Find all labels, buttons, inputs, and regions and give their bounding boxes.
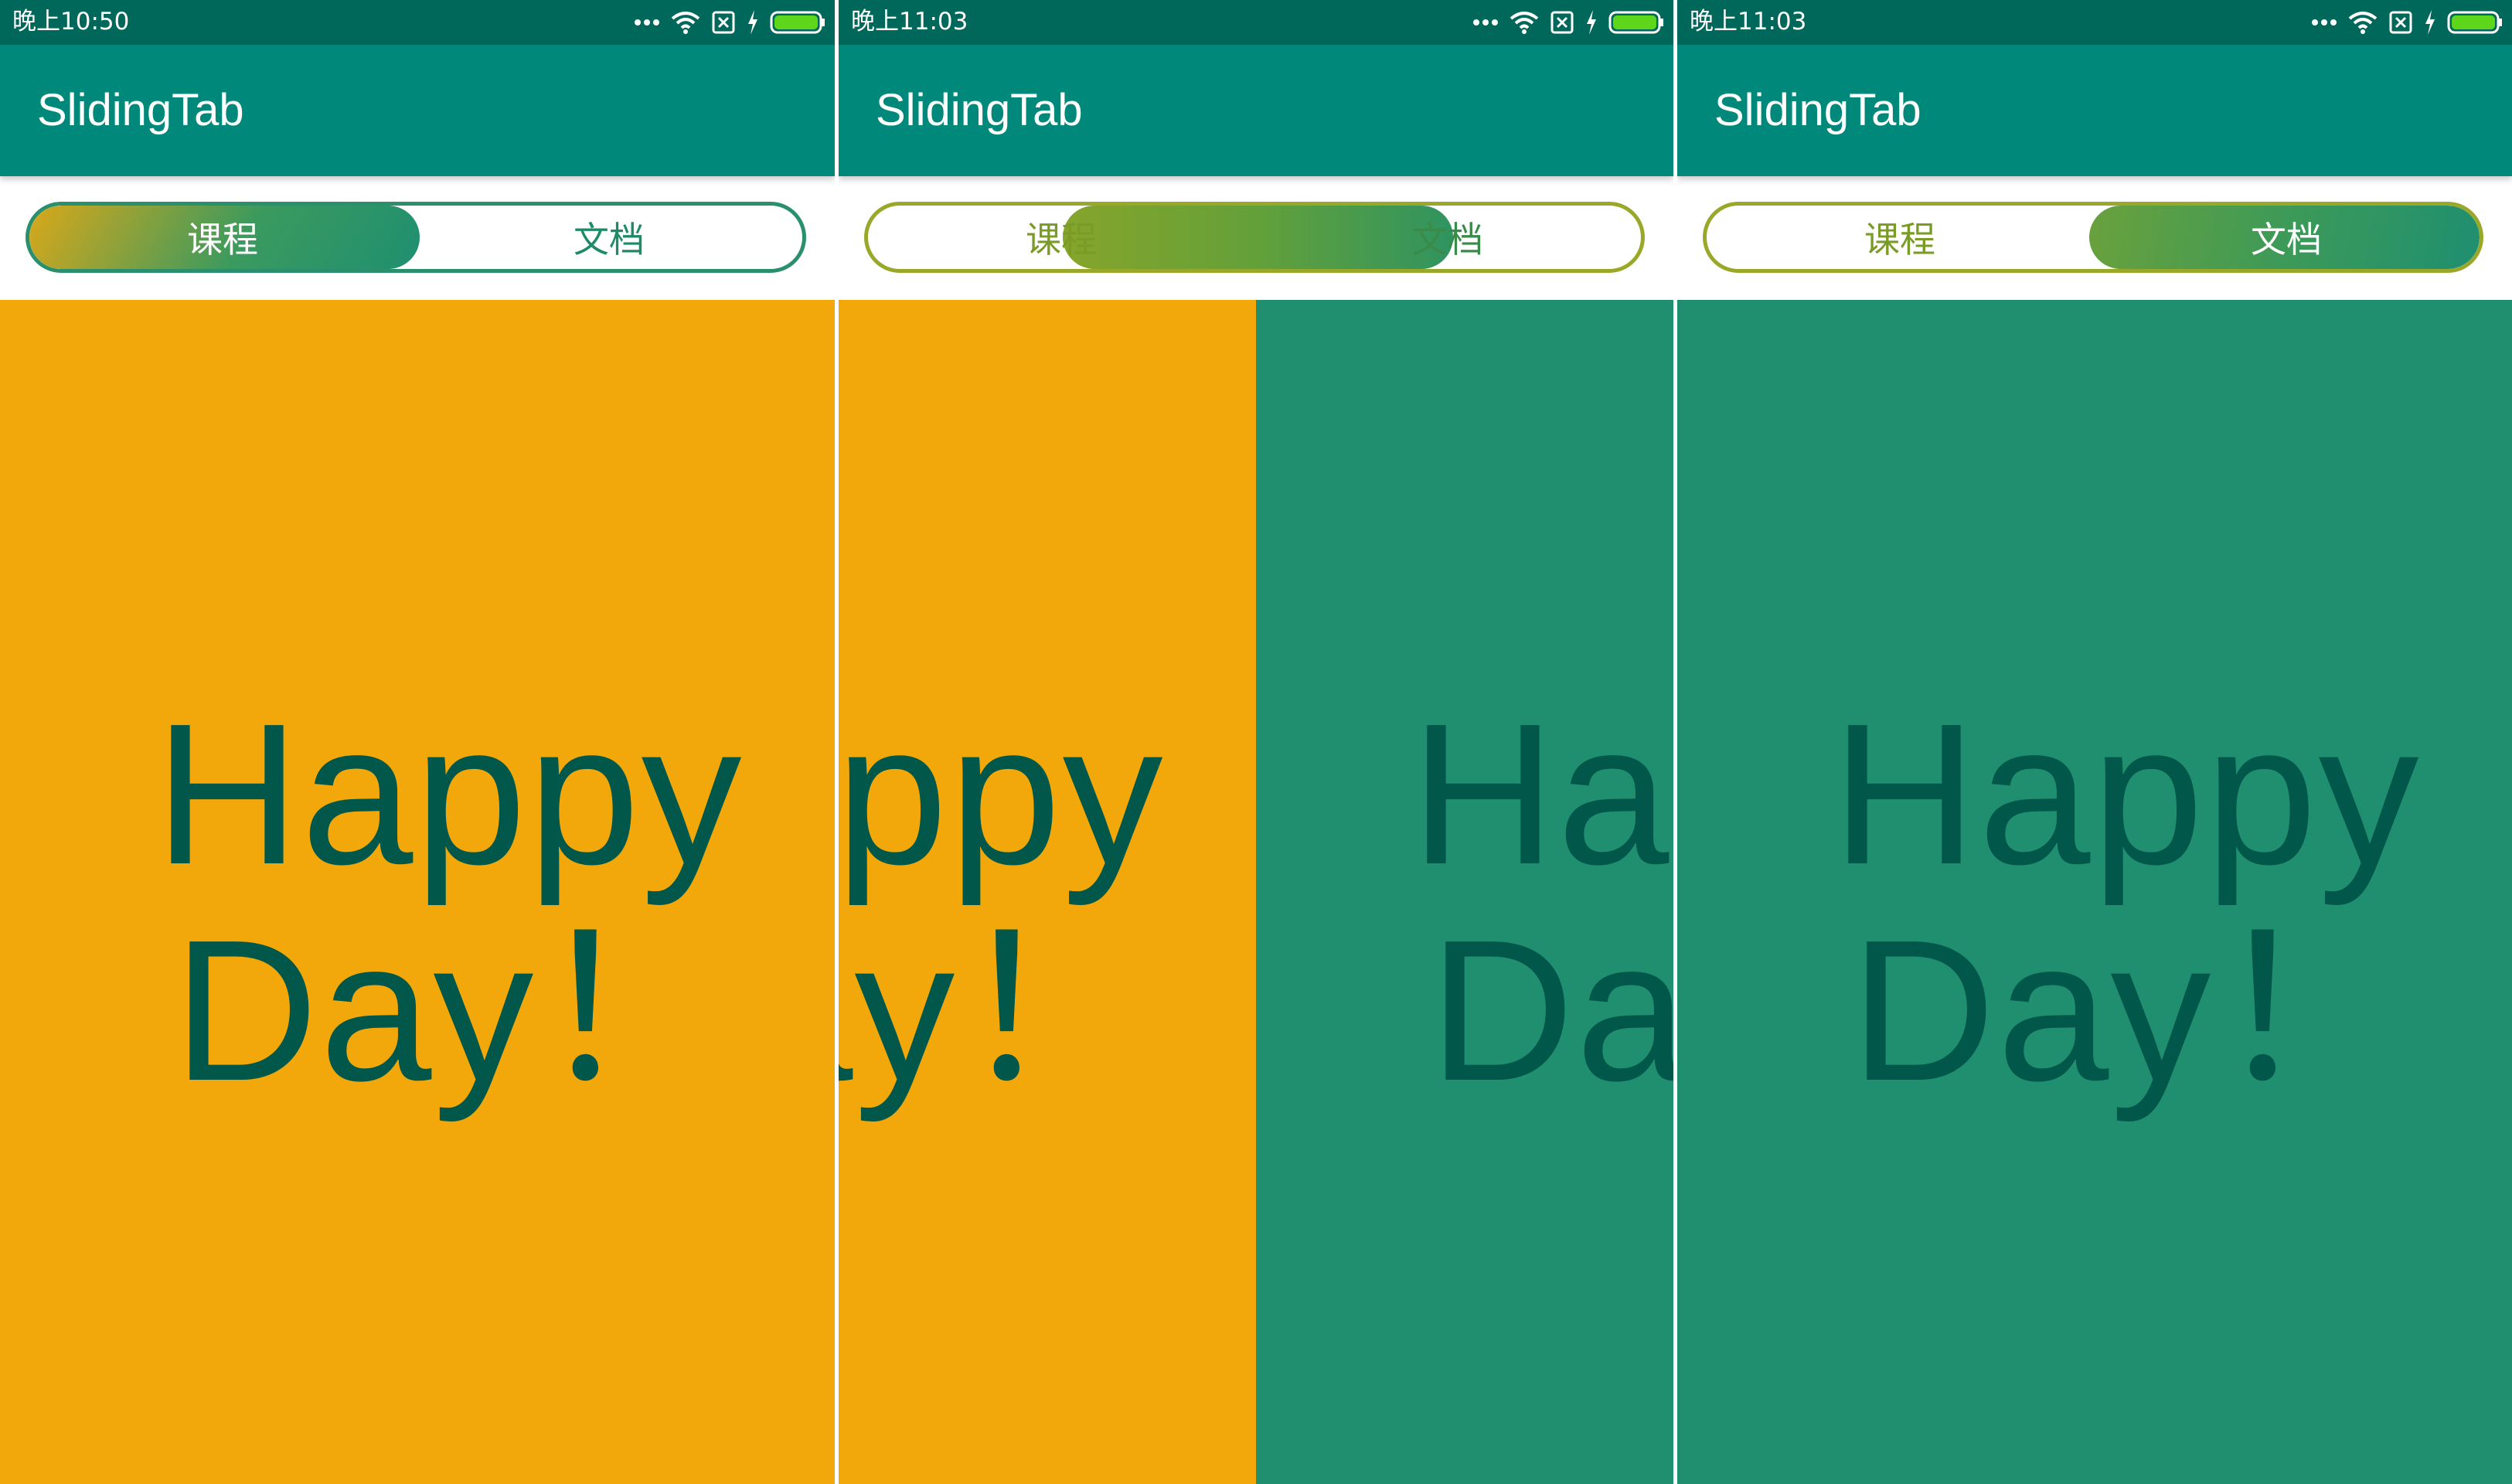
status-icons <box>634 8 825 37</box>
view-pager[interactable]: Happy Day！ Happy Day！ <box>839 300 1673 1484</box>
page-document: Happy Day！ <box>1677 300 2512 1484</box>
page-document: Happy Day！ <box>1256 300 1673 1484</box>
app-bar: SlidingTab <box>0 45 835 176</box>
wifi-icon <box>671 12 700 34</box>
tab-document[interactable]: 文档 <box>1254 206 1641 269</box>
tab-course[interactable]: 课程 <box>1707 206 2093 269</box>
day-line: Day！ <box>1850 899 2415 1123</box>
more-dots-icon <box>635 19 659 26</box>
phone-screen-2: 晚上11:03 SlidingTab 课程 文档 Happy Day！ Happ… <box>839 0 1673 1484</box>
app-bar: SlidingTab <box>1677 45 2512 176</box>
status-bar: 晚上11:03 <box>839 0 1673 45</box>
battery-icon <box>770 11 825 34</box>
happy-day-text: Happy Day！ <box>1832 686 2421 1119</box>
day-line: Day！ <box>839 899 1159 1123</box>
app-title: SlidingTab <box>876 85 1083 135</box>
happy-day-text: Happy Day！ <box>1411 686 1673 1119</box>
page-course: Happy Day！ <box>0 300 835 1484</box>
more-dots-icon <box>2312 19 2337 26</box>
sliding-tab-control: 课程 文档 <box>864 202 1645 273</box>
happy-line: Happy <box>1411 682 1673 907</box>
app-title: SlidingTab <box>37 85 244 135</box>
app-title: SlidingTab <box>1714 85 1921 135</box>
happy-day-text: Happy Day！ <box>839 686 1165 1119</box>
status-bar: 晚上11:03 <box>1677 0 2512 45</box>
day-line: Day！ <box>1429 899 1673 1123</box>
battery-icon <box>1608 11 1663 34</box>
tab-row: 课程 文档 <box>1677 176 2512 300</box>
tab-course[interactable]: 课程 <box>29 206 416 269</box>
wifi-icon <box>2348 12 2378 34</box>
charging-icon <box>748 10 757 35</box>
status-time: 晚上10:50 <box>12 8 130 36</box>
page-course: Happy Day！ <box>839 300 1256 1484</box>
status-time: 晚上11:03 <box>851 8 968 36</box>
status-icons <box>2311 8 2503 37</box>
tab-row: 课程 文档 <box>0 176 835 300</box>
charging-icon <box>2425 10 2435 35</box>
more-dots-icon <box>1473 19 1498 26</box>
tab-course[interactable]: 课程 <box>868 206 1254 269</box>
app-bar: SlidingTab <box>839 45 1673 176</box>
battery-icon <box>2447 11 2502 34</box>
happy-day-text: Happy Day！ <box>155 686 744 1119</box>
tab-document[interactable]: 文档 <box>416 206 802 269</box>
phone-screen-3: 晚上11:03 SlidingTab 课程 文档 Happy Day！ <box>1677 0 2512 1484</box>
phone-screen-1: 晚上10:50 SlidingTab 课程 文档 Happy Day！ <box>0 0 835 1484</box>
status-bar: 晚上10:50 <box>0 0 835 45</box>
charging-icon <box>1587 10 1596 35</box>
sliding-tab-control: 课程 文档 <box>1703 202 2483 273</box>
view-pager[interactable]: Happy Day！ <box>0 300 835 1484</box>
happy-line: Happy <box>155 682 744 907</box>
no-sim-icon <box>2389 11 2412 34</box>
status-time: 晚上11:03 <box>1690 8 1807 36</box>
happy-line: Happy <box>839 682 1165 907</box>
tab-document[interactable]: 文档 <box>2093 206 2480 269</box>
happy-line: Happy <box>1832 682 2421 907</box>
no-sim-icon <box>712 11 735 34</box>
day-line: Day！ <box>173 899 738 1123</box>
view-pager[interactable]: Happy Day！ <box>1677 300 2512 1484</box>
no-sim-icon <box>1550 11 1574 34</box>
tab-row: 课程 文档 <box>839 176 1673 300</box>
wifi-icon <box>1510 12 1539 34</box>
status-icons <box>1472 8 1664 37</box>
sliding-tab-control: 课程 文档 <box>26 202 806 273</box>
